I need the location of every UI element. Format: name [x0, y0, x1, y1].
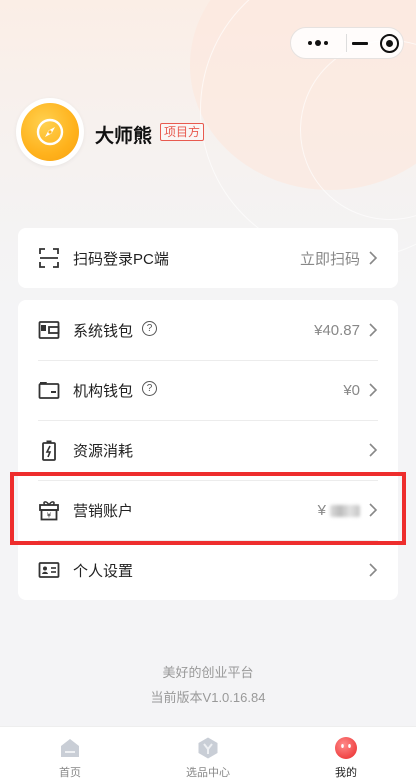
- tab-home[interactable]: 首页: [1, 727, 139, 783]
- scan-login-row[interactable]: 扫码登录PC端 立即扫码: [18, 228, 398, 288]
- menu-item-personal-settings[interactable]: 个人设置: [18, 540, 398, 600]
- target-close-icon: [379, 33, 399, 53]
- highlight-box: [10, 472, 406, 545]
- menu-item-value: ¥40.87: [314, 321, 360, 339]
- help-icon[interactable]: ?: [142, 381, 157, 396]
- more-dots-icon: [308, 40, 329, 46]
- user-name: 大师熊: [95, 126, 153, 147]
- tab-profile[interactable]: 我的: [277, 727, 415, 783]
- scan-now-action[interactable]: 立即扫码: [300, 248, 360, 269]
- tab-bar: 首页 选品中心 我的: [0, 726, 416, 783]
- tab-selection-center[interactable]: 选品中心: [139, 727, 277, 783]
- scan-icon: [39, 248, 59, 268]
- chevron-right-icon: [369, 383, 378, 397]
- menu-item-label: 资源消耗: [73, 442, 134, 460]
- menu-item-org-wallet[interactable]: 机构钱包 ? ¥0: [18, 360, 398, 420]
- minimize-icon: [352, 41, 369, 45]
- avatar[interactable]: [16, 98, 84, 166]
- help-icon[interactable]: ?: [142, 321, 157, 336]
- tab-label: 首页: [59, 767, 81, 779]
- menu-item-label: 系统钱包: [73, 322, 134, 340]
- role-badge: 项目方: [160, 123, 205, 141]
- wallet-icon: [38, 321, 60, 339]
- scan-login-card[interactable]: 扫码登录PC端 立即扫码: [18, 228, 398, 288]
- miniprogram-capsule: [290, 27, 404, 59]
- platform-slogan: 美好的创业平台: [162, 665, 254, 680]
- account-menu-card: 系统钱包 ? ¥40.87 机构钱包 ? ¥0 资源消耗 ¥ 营销账户 ¥ 个人…: [18, 300, 398, 600]
- more-button[interactable]: [291, 28, 346, 58]
- wallet-outline-icon: [38, 382, 60, 399]
- version-text: 当前版本V1.0.16.84: [150, 690, 266, 705]
- tab-label: 我的: [335, 767, 357, 779]
- menu-item-label: 机构钱包: [73, 382, 134, 400]
- my-page: 大师熊 项目方 扫码登录PC端 立即扫码 系统钱包 ? ¥40.87 机构钱包 …: [0, 0, 416, 783]
- profile-face-icon: [335, 737, 357, 759]
- menu-item-label: 个人设置: [73, 562, 134, 580]
- chevron-right-icon: [369, 323, 378, 337]
- close-button[interactable]: [376, 28, 403, 58]
- compass-icon: [21, 103, 79, 161]
- chevron-right-icon: [369, 443, 378, 457]
- menu-item-system-wallet[interactable]: 系统钱包 ? ¥40.87: [18, 300, 398, 360]
- minimize-button[interactable]: [346, 28, 373, 58]
- tab-label: 选品中心: [186, 767, 230, 779]
- menu-item-value: ¥0: [343, 381, 360, 399]
- id-card-icon: [38, 562, 60, 578]
- menu-item-resource-consumption[interactable]: 资源消耗: [18, 420, 398, 480]
- chevron-right-icon: [369, 251, 378, 265]
- battery-charge-icon: [42, 440, 56, 461]
- chevron-right-icon: [369, 563, 378, 577]
- scan-login-label: 扫码登录PC端: [73, 250, 169, 268]
- selection-center-icon: [198, 737, 218, 759]
- home-icon: [61, 739, 79, 757]
